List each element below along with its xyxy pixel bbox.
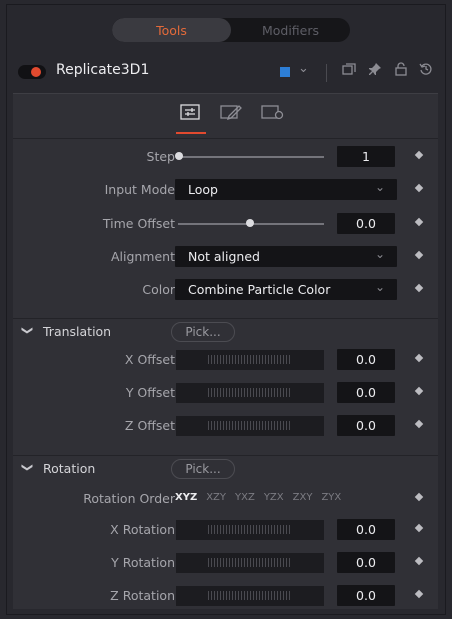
input-mode-row: Input Mode Loop ⌄ (13, 177, 438, 203)
lock-icon[interactable] (394, 62, 408, 80)
chevron-down-icon: ⌄ (374, 280, 385, 294)
input-mode-keyframe-button[interactable] (414, 183, 424, 193)
reset-icon[interactable] (419, 62, 433, 80)
z-offset-row: Z Offset 0.0 (13, 413, 438, 439)
x-rotation-field[interactable]: 0.0 (337, 519, 395, 540)
step-slider-knob[interactable] (175, 152, 183, 160)
z-rotation-label: Z Rotation (110, 588, 175, 603)
time-offset-row: Time Offset 0.0 (13, 211, 438, 237)
color-dropdown[interactable]: Combine Particle Color ⌄ (175, 279, 397, 300)
tab-controls-icon[interactable] (178, 104, 202, 124)
translation-pick-button[interactable]: Pick... (171, 322, 235, 342)
chevron-down-icon: ⌄ (374, 247, 385, 261)
alignment-value: Not aligned (188, 249, 260, 264)
rotation-order-label: Rotation Order (83, 491, 175, 506)
tool-name: Replicate3D1 (56, 62, 150, 78)
color-value: Combine Particle Color (188, 282, 331, 297)
step-field[interactable]: 1 (337, 146, 395, 167)
color-swatch[interactable] (280, 67, 290, 77)
y-rotation-thumbwheel[interactable] (176, 553, 324, 573)
divider (326, 64, 327, 82)
z-offset-thumbwheel[interactable] (176, 416, 324, 436)
z-rotation-row: Z Rotation 0.0 (13, 583, 438, 609)
controls-panel: Step 1 Input Mode Loop ⌄ Time Offset 0.0… (13, 93, 438, 609)
tools-modifiers-switch: Tools Modifiers (112, 18, 350, 42)
y-rotation-row: Y Rotation 0.0 (13, 550, 438, 576)
rotation-order-keyframe-button[interactable] (414, 492, 424, 502)
y-rotation-keyframe-button[interactable] (414, 556, 424, 566)
z-rotation-thumbwheel[interactable] (176, 586, 324, 606)
x-offset-row: X Offset 0.0 (13, 347, 438, 373)
alignment-row: Alignment Not aligned ⌄ (13, 244, 438, 270)
tool-enable-toggle[interactable] (18, 65, 46, 79)
color-keyframe-button[interactable] (414, 283, 424, 293)
rotation-section-header[interactable]: ❯ Rotation Pick... (13, 455, 438, 482)
x-rotation-thumbwheel[interactable] (176, 520, 324, 540)
toggle-dot (31, 67, 41, 77)
translation-title: Translation (43, 324, 112, 339)
rotation-order-xyz[interactable]: XYZ (175, 492, 197, 503)
rotation-order-options: XYZ XZY YXZ YZX ZXY ZYX (175, 492, 341, 503)
y-rotation-label: Y Rotation (111, 555, 175, 570)
versions-icon[interactable] (342, 62, 356, 80)
tab-modifiers[interactable]: Modifiers (231, 18, 350, 42)
pin-icon[interactable] (368, 62, 382, 80)
tool-header: Replicate3D1 ⌄ (6, 58, 446, 90)
x-rotation-keyframe-button[interactable] (414, 523, 424, 533)
rotation-order-row: Rotation Order XYZ XZY YXZ YZX ZXY ZYX (13, 486, 438, 512)
chevron-down-icon[interactable]: ❯ (21, 463, 34, 472)
alignment-label: Alignment (110, 249, 175, 264)
rotation-title: Rotation (43, 461, 96, 476)
rotation-pick-button[interactable]: Pick... (171, 459, 235, 479)
y-offset-label: Y Offset (125, 385, 175, 400)
z-offset-label: Z Offset (124, 418, 175, 433)
alignment-dropdown[interactable]: Not aligned ⌄ (175, 246, 397, 267)
y-rotation-field[interactable]: 0.0 (337, 552, 395, 573)
tab-materials-icon[interactable] (219, 104, 243, 124)
z-offset-keyframe-button[interactable] (414, 419, 424, 429)
y-offset-row: Y Offset 0.0 (13, 380, 438, 406)
active-tab-indicator (176, 132, 206, 134)
chevron-down-icon[interactable]: ❯ (21, 326, 34, 335)
color-label: Color (142, 282, 175, 297)
x-offset-keyframe-button[interactable] (414, 353, 424, 363)
step-row: Step 1 (13, 144, 438, 170)
inspector-tabs (13, 94, 438, 139)
rotation-order-yzx[interactable]: YZX (264, 492, 284, 503)
rotation-order-zyx[interactable]: ZYX (321, 492, 341, 503)
color-row: Color Combine Particle Color ⌄ (13, 277, 438, 303)
x-rotation-row: X Rotation 0.0 (13, 517, 438, 543)
alignment-keyframe-button[interactable] (414, 250, 424, 260)
time-offset-field[interactable]: 0.0 (337, 213, 395, 234)
x-offset-field[interactable]: 0.0 (337, 349, 395, 370)
rotation-order-xzy[interactable]: XZY (206, 492, 226, 503)
tab-settings-icon[interactable] (261, 104, 285, 124)
y-offset-thumbwheel[interactable] (176, 383, 324, 403)
rotation-order-yxz[interactable]: YXZ (235, 492, 255, 503)
y-offset-field[interactable]: 0.0 (337, 382, 395, 403)
chevron-down-icon[interactable]: ⌄ (298, 61, 309, 76)
step-slider-track[interactable] (178, 156, 324, 158)
chevron-down-icon: ⌄ (374, 180, 385, 194)
rotation-order-zxy[interactable]: ZXY (293, 492, 313, 503)
z-offset-field[interactable]: 0.0 (337, 415, 395, 436)
x-offset-thumbwheel[interactable] (176, 350, 324, 370)
y-offset-keyframe-button[interactable] (414, 386, 424, 396)
step-keyframe-button[interactable] (414, 150, 424, 160)
input-mode-dropdown[interactable]: Loop ⌄ (175, 179, 397, 200)
x-rotation-label: X Rotation (110, 522, 175, 537)
x-offset-label: X Offset (124, 352, 175, 367)
time-offset-label: Time Offset (102, 216, 175, 231)
input-mode-label: Input Mode (104, 182, 175, 197)
z-rotation-keyframe-button[interactable] (414, 589, 424, 599)
translation-section-header[interactable]: ❯ Translation Pick... (13, 318, 438, 345)
time-offset-slider-knob[interactable] (246, 219, 254, 227)
step-label: Step (146, 149, 175, 164)
z-rotation-field[interactable]: 0.0 (337, 585, 395, 606)
input-mode-value: Loop (188, 182, 218, 197)
tab-tools[interactable]: Tools (112, 18, 231, 42)
time-offset-keyframe-button[interactable] (414, 217, 424, 227)
